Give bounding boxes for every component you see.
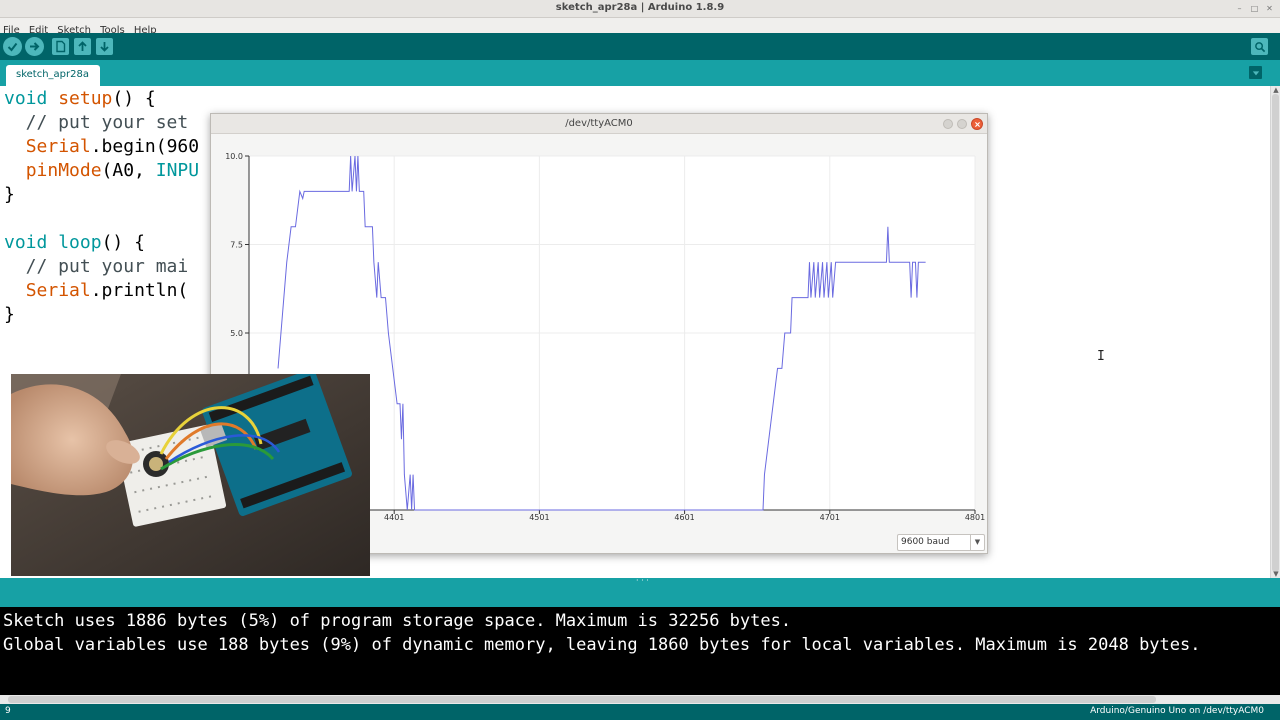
toolbar (0, 33, 1280, 60)
checkmark-icon (7, 42, 18, 52)
code-token: Serial (25, 136, 91, 157)
arduino-ide-window: sketch_apr28a | Arduino 1.8.9 – □ ✕ File… (0, 0, 1280, 720)
code-line-8: // put your mai (4, 256, 189, 277)
text-cursor-icon: I (1097, 349, 1105, 364)
y-tick-label: 7.5 (230, 241, 243, 250)
close-icon[interactable] (971, 118, 983, 130)
scroll-thumb[interactable] (8, 696, 1156, 703)
plotter-titlebar: /dev/ttyACM0 (211, 114, 987, 134)
new-file-icon (56, 40, 66, 53)
verify-button[interactable] (3, 37, 22, 56)
magnifier-icon (1254, 41, 1265, 52)
code-token: (A0, (101, 160, 156, 181)
code-line-3: Serial.begin(960 (4, 136, 199, 157)
x-tick-label: 4801 (965, 513, 985, 522)
code-line-2: // put your set (4, 112, 189, 133)
console-line-1: Sketch uses 1886 bytes (5%) of program s… (3, 611, 792, 631)
splitter-handle[interactable]: · · · (636, 576, 649, 585)
window-title: sketch_apr28a | Arduino 1.8.9 (555, 2, 725, 13)
tab-bar: sketch_apr28a (0, 60, 1280, 86)
chevron-down-icon: ▼ (970, 535, 984, 550)
new-sketch-button[interactable] (52, 38, 69, 55)
window-controls: – □ ✕ (1235, 4, 1274, 13)
code-line-1: void setup() { (4, 88, 156, 109)
maximize-icon[interactable] (957, 119, 967, 129)
window-titlebar: sketch_apr28a | Arduino 1.8.9 – □ ✕ (0, 0, 1280, 18)
serial-monitor-button[interactable] (1251, 38, 1268, 55)
arrow-down-icon (100, 42, 109, 52)
scroll-up-icon[interactable]: ▲ (1272, 86, 1280, 94)
triangle-down-icon (1252, 70, 1259, 75)
x-tick-label: 4701 (820, 513, 840, 522)
arduino-hardware-photo (11, 374, 370, 576)
code-line-4: pinMode(A0, INPU (4, 160, 199, 181)
code-line-7: void loop() { (4, 232, 145, 253)
minimize-icon[interactable] (943, 119, 953, 129)
code-token: .begin(960 (90, 136, 200, 157)
save-button[interactable] (96, 38, 113, 55)
code-token: INPU (155, 160, 200, 181)
x-tick-label: 4601 (674, 513, 694, 522)
plotter-title: /dev/ttyACM0 (565, 118, 633, 129)
arrow-up-icon (78, 41, 87, 51)
console-horizontal-scrollbar[interactable] (0, 695, 1280, 704)
code-token: setup (58, 88, 113, 109)
menu-bar: File Edit Sketch Tools Help (0, 18, 1280, 36)
code-token: .println( (90, 280, 189, 301)
code-token: () { (112, 88, 156, 109)
x-tick-label: 4401 (384, 513, 404, 522)
y-tick-label: 5.0 (230, 329, 243, 338)
status-separator[interactable]: · · · (0, 576, 1280, 607)
editor-vertical-scrollbar[interactable]: ▲ ▼ (1270, 86, 1280, 578)
scroll-thumb[interactable] (1272, 94, 1279, 572)
minimize-icon[interactable]: – (1235, 4, 1244, 13)
close-icon[interactable]: ✕ (1265, 4, 1274, 13)
code-line-10: } (4, 304, 15, 325)
output-console: Sketch uses 1886 bytes (5%) of program s… (0, 607, 1280, 695)
code-token: loop (58, 232, 102, 253)
code-line-9: Serial.println( (4, 280, 189, 301)
code-token: () { (101, 232, 145, 253)
upload-button[interactable] (25, 37, 44, 56)
open-button[interactable] (74, 38, 91, 55)
code-token: void (4, 232, 48, 253)
arrow-right-icon (30, 42, 40, 51)
tab-sketch[interactable]: sketch_apr28a (6, 65, 100, 86)
console-line-2: Global variables use 188 bytes (9%) of d… (3, 635, 1201, 655)
code-token: Serial (25, 280, 91, 301)
code-token: void (4, 88, 48, 109)
x-tick-label: 4501 (529, 513, 549, 522)
baud-rate-value: 9600 baud (901, 537, 950, 547)
code-token: pinMode (25, 160, 102, 181)
plotter-window-controls (943, 118, 983, 130)
code-line-5: } (4, 184, 15, 205)
scroll-down-icon[interactable]: ▼ (1272, 570, 1280, 578)
baud-rate-select[interactable]: 9600 baud ▼ (897, 534, 985, 551)
line-number: 9 (5, 706, 11, 716)
board-port-label: Arduino/Genuino Uno on /dev/ttyACM0 (1090, 706, 1264, 716)
y-tick-label: 10.0 (225, 152, 243, 161)
maximize-icon[interactable]: □ (1250, 4, 1259, 13)
status-bar: 9 Arduino/Genuino Uno on /dev/ttyACM0 (0, 704, 1280, 720)
tab-menu-button[interactable] (1249, 66, 1262, 79)
